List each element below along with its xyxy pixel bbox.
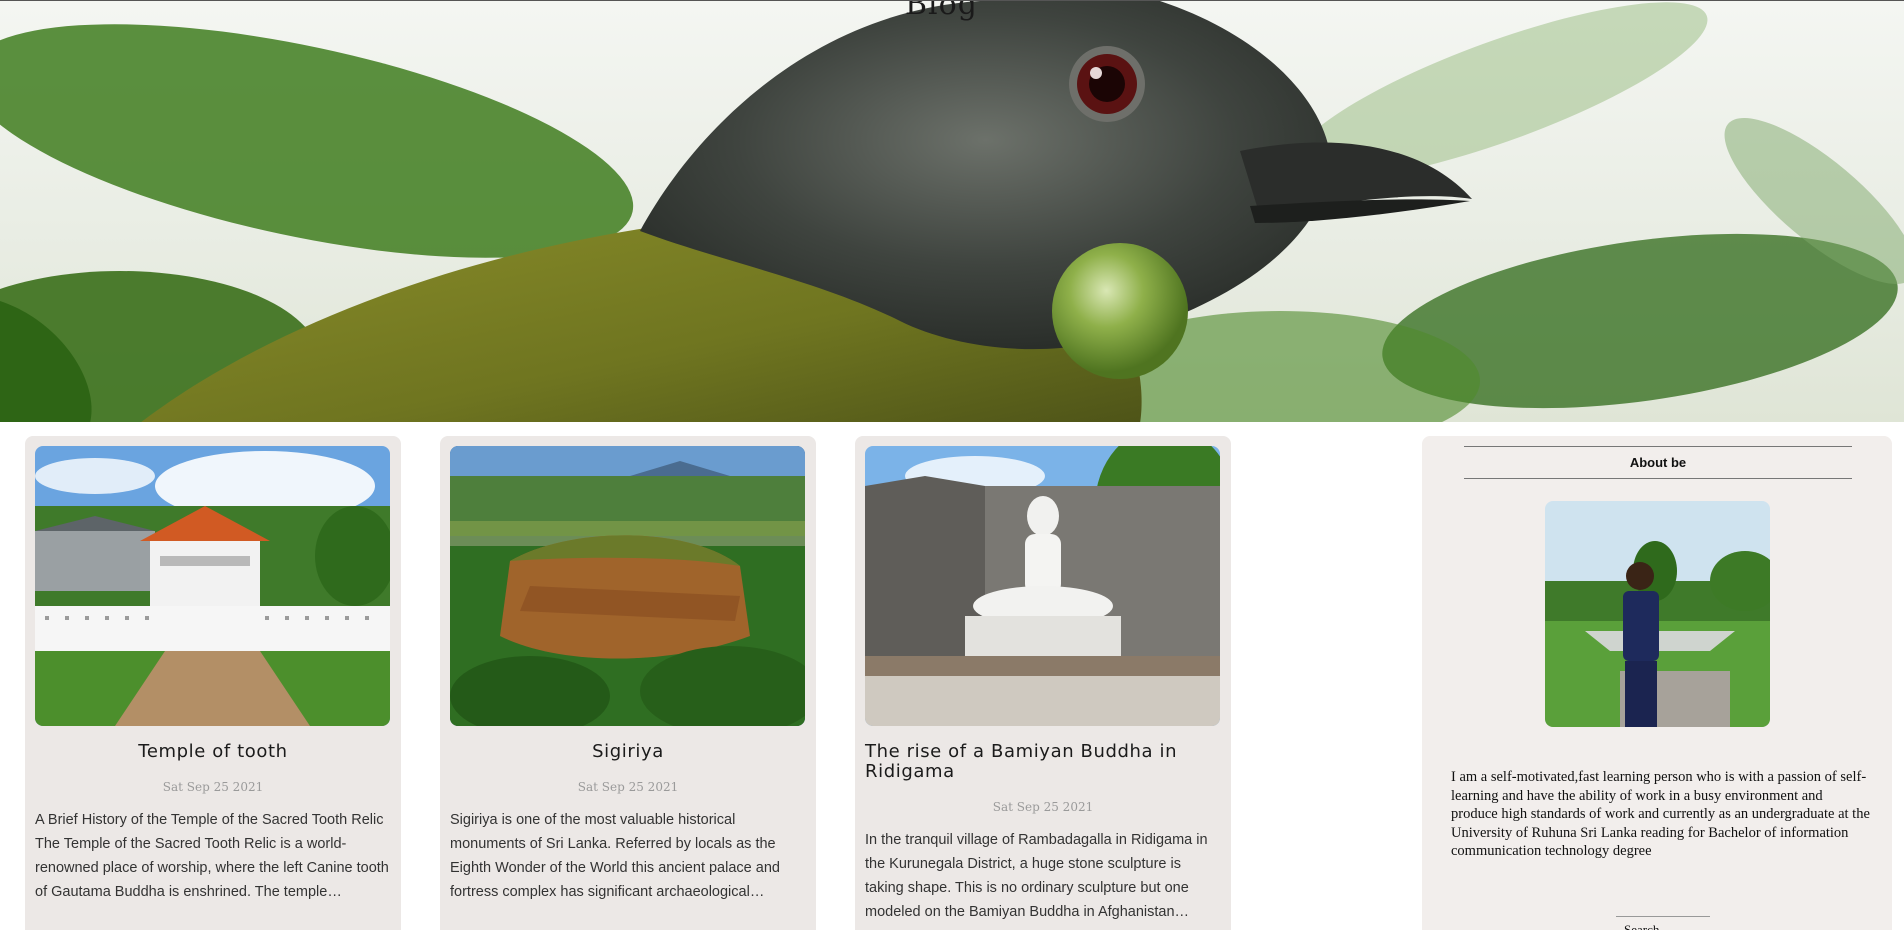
hero-banner: Blog	[0, 0, 1904, 422]
buddha-image	[865, 446, 1220, 726]
sigiriya-image	[450, 446, 805, 726]
post-date: Sat Sep 25 2021	[992, 800, 1094, 814]
temple-image	[35, 446, 390, 726]
post-title[interactable]: Temple of tooth	[35, 742, 391, 762]
about-bio: I am a self-motivated,fast learning pers…	[1451, 769, 1870, 859]
post-card[interactable]: Temple of tooth Sat Sep 25 2021 A Brief …	[25, 436, 401, 930]
post-excerpt: Sigiriya is one of the most valuable his…	[450, 812, 780, 900]
post-excerpt: A Brief History of the Temple of the Sac…	[35, 812, 389, 900]
about-sidebar: About be I am a self-motivated,fast lear…	[1422, 436, 1892, 930]
sidebar-divider	[1616, 916, 1710, 917]
post-excerpt: In the tranquil village of Rambadagalla …	[865, 832, 1208, 920]
sidebar-next-heading: Search	[1624, 922, 1660, 930]
about-heading: About be	[1464, 446, 1852, 479]
post-image[interactable]	[35, 446, 390, 726]
post-card[interactable]: The rise of a Bamiyan Buddha in Ridigama…	[855, 436, 1231, 930]
post-date: Sat Sep 25 2021	[162, 780, 264, 794]
post-card[interactable]: Sigiriya Sat Sep 25 2021 Sigiriya is one…	[440, 436, 816, 930]
profile-photo	[1545, 501, 1770, 727]
site-title: Blog	[905, 0, 978, 22]
bird-hero-image	[0, 1, 1904, 422]
profile-image	[1545, 501, 1770, 727]
post-date: Sat Sep 25 2021	[577, 780, 679, 794]
post-title[interactable]: Sigiriya	[450, 742, 806, 762]
post-image[interactable]	[865, 446, 1220, 726]
post-title[interactable]: The rise of a Bamiyan Buddha in Ridigama	[865, 742, 1221, 782]
post-image[interactable]	[450, 446, 805, 726]
